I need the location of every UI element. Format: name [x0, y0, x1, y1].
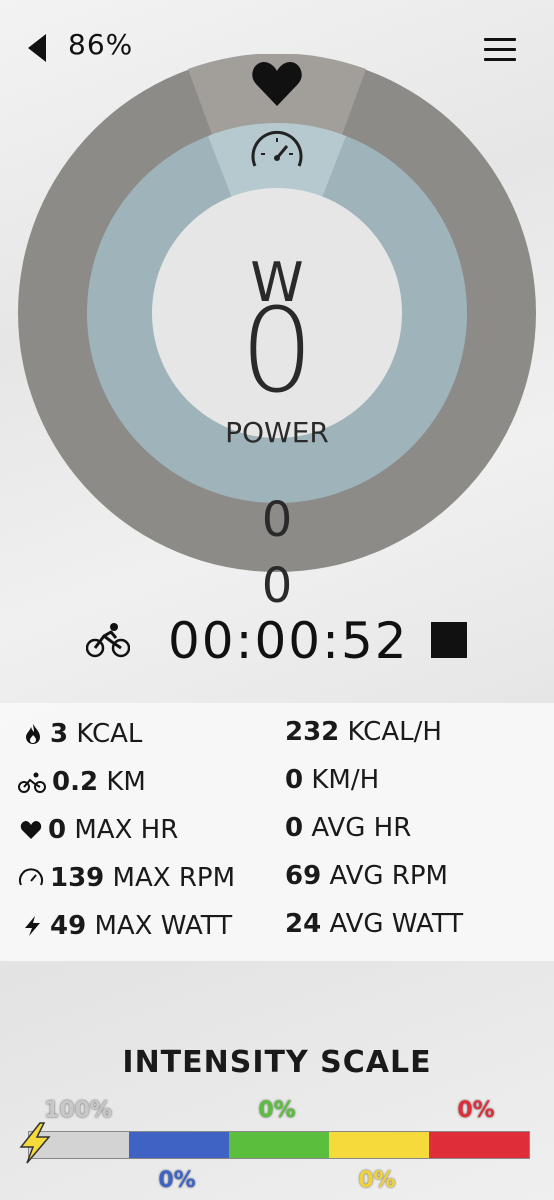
stats-panel: 3 KCAL 0.2 KM 0 MAX HR 139 MAX RPM 49 MA… — [0, 703, 554, 961]
bolt-icon — [19, 1122, 51, 1164]
intensity-bar — [28, 1131, 530, 1159]
zone-2-segment — [129, 1132, 229, 1158]
stat-speed: 0 KM/H — [285, 765, 380, 795]
zone-5-segment — [429, 1132, 529, 1158]
zone-3-segment — [229, 1132, 329, 1158]
heart-icon — [20, 821, 42, 839]
zone-5-percent: 0% — [457, 1098, 495, 1123]
stat-kcal: 3 KCAL — [22, 719, 142, 749]
bike-icon — [18, 772, 46, 793]
zone-2-percent: 0% — [158, 1168, 196, 1193]
workout-timer: 00:00:52 — [168, 612, 409, 670]
intensity-scale-title: INTENSITY SCALE — [122, 1045, 432, 1080]
rpm-value: 0 — [261, 492, 293, 548]
stat-kcal-per-hour: 232 KCAL/H — [285, 717, 442, 747]
heart-rate-value: 0 — [261, 558, 293, 614]
power-value: 0 — [240, 284, 314, 419]
stat-max-watt: 49 MAX WATT — [22, 911, 232, 941]
stat-max-rpm: 139 MAX RPM — [18, 863, 235, 893]
bike-icon — [86, 623, 130, 658]
zone-4-segment — [329, 1132, 429, 1158]
stat-avg-watt: 24 AVG WATT — [285, 909, 464, 939]
stat-avg-hr: 0 AVG HR — [285, 813, 412, 843]
zone-4-percent: 0% — [358, 1168, 396, 1193]
stat-avg-rpm: 69 AVG RPM — [285, 861, 448, 891]
bolt-icon — [25, 916, 40, 936]
zone-3-percent: 0% — [258, 1098, 296, 1123]
stop-button[interactable] — [431, 622, 467, 658]
stat-max-hr: 0 MAX HR — [20, 815, 178, 845]
speedometer-icon — [19, 868, 43, 886]
stat-distance: 0.2 KM — [18, 767, 146, 797]
power-label: POWER — [225, 416, 329, 449]
flame-icon — [26, 724, 40, 744]
zone-1-percent: 100% — [44, 1098, 112, 1123]
power-gauge: W 0 POWER 0 0 — [18, 53, 536, 614]
